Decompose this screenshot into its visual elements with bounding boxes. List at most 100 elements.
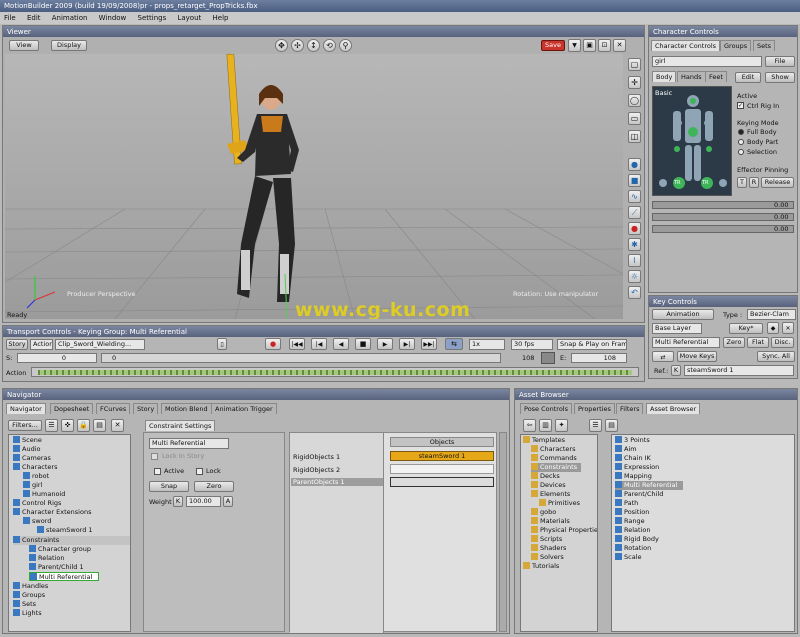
weight-field[interactable]: 100.00: [186, 496, 221, 507]
ref-row-rigid-2[interactable]: RigidObjects 2: [293, 466, 340, 474]
stop-icon[interactable]: ■: [355, 338, 371, 350]
pin-icon[interactable]: ✜: [61, 419, 74, 432]
tab-pose-controls[interactable]: Pose Controls: [520, 403, 572, 414]
tree-relation[interactable]: Relation: [29, 554, 64, 563]
weight-k-button[interactable]: K: [173, 496, 183, 507]
key-delete-icon[interactable]: ✕: [782, 322, 794, 334]
snap-tool-icon[interactable]: ◫: [628, 130, 641, 143]
tab-asset-browser[interactable]: Asset Browser: [646, 403, 701, 414]
asset-item[interactable]: Range: [615, 517, 645, 526]
show-button[interactable]: Show: [765, 72, 795, 83]
list-view-icon[interactable]: ☰: [45, 419, 58, 432]
tab-groups[interactable]: Groups: [720, 40, 752, 51]
list-mode-icon[interactable]: ☰: [589, 419, 602, 432]
tab-feet[interactable]: Feet: [705, 71, 727, 82]
folder-solvers[interactable]: Solvers: [531, 553, 564, 562]
tab-fcurves[interactable]: FCurves: [96, 403, 131, 414]
disc-key-button[interactable]: Disc.: [771, 337, 794, 348]
snap-select[interactable]: Snap & Play on Frames: [557, 339, 627, 350]
tab-character-controls[interactable]: Character Controls: [651, 40, 721, 51]
dolly-icon[interactable]: ↕: [307, 39, 320, 52]
play-back-icon[interactable]: ◀: [333, 338, 349, 350]
layer-select[interactable]: Base Layer: [652, 323, 702, 334]
bend-tool-icon[interactable]: ↶: [628, 286, 641, 299]
file-button[interactable]: File: [765, 56, 795, 67]
reach-slider-2[interactable]: [652, 213, 794, 221]
character-select[interactable]: girl: [652, 56, 762, 67]
fps-select[interactable]: 30 fps: [511, 339, 553, 350]
asset-item[interactable]: Scale: [615, 553, 642, 562]
object-cell-empty-2[interactable]: [390, 477, 494, 487]
tab-constraint-settings[interactable]: Constraint Settings: [145, 420, 216, 431]
tree-robot[interactable]: robot: [23, 472, 49, 481]
object-cell-steamsword[interactable]: steamSword 1: [390, 451, 494, 461]
folder-gobo[interactable]: gobo: [531, 508, 556, 517]
folder-constraints[interactable]: Constraints: [531, 463, 582, 472]
cube-tool-icon[interactable]: ■: [628, 174, 641, 187]
reach-slider-1[interactable]: [652, 201, 794, 209]
tab-body[interactable]: Body: [652, 71, 677, 82]
folder-characters[interactable]: Characters: [531, 445, 575, 454]
ctrl-rig-checkbox[interactable]: ✓: [737, 102, 744, 109]
tab-dopesheet[interactable]: Dopesheet: [50, 403, 94, 414]
tab-animation-trigger[interactable]: Animation Trigger: [211, 403, 277, 414]
translate-tool-icon[interactable]: ✛: [628, 76, 641, 89]
favorites-icon[interactable]: ✦: [555, 419, 568, 432]
tab-motion-blend[interactable]: Motion Blend: [161, 403, 212, 414]
folder-templates[interactable]: Templates: [523, 436, 565, 445]
goto-start-icon[interactable]: |◀◀: [289, 338, 305, 350]
key-button[interactable]: Key*: [729, 323, 763, 334]
select-tool-icon[interactable]: ▢: [628, 58, 641, 71]
end-frame-field[interactable]: 108: [571, 353, 627, 363]
menu-help[interactable]: Help: [213, 14, 229, 22]
tab-filters[interactable]: Filters: [616, 403, 644, 414]
ref-row-rigid-1[interactable]: RigidObjects 1: [293, 453, 340, 461]
menu-file[interactable]: File: [4, 14, 16, 22]
ref-field[interactable]: steamSword 1: [684, 365, 794, 376]
time-slider-handle[interactable]: [541, 352, 555, 364]
folder-scripts[interactable]: Scripts: [531, 535, 562, 544]
detail-mode-icon[interactable]: ▤: [605, 419, 618, 432]
filters-button[interactable]: Filters...: [8, 420, 42, 431]
chevron-down-icon[interactable]: ▼: [568, 39, 581, 52]
orbit-icon[interactable]: ⟲: [323, 39, 336, 52]
next-key-icon[interactable]: ▶|: [399, 338, 415, 350]
speed-select[interactable]: 1x: [469, 339, 505, 350]
story-button[interactable]: Story: [6, 339, 28, 350]
references-scrollbar[interactable]: [499, 432, 507, 632]
action-clip-bar[interactable]: [38, 370, 632, 375]
asset-item[interactable]: Aim: [615, 445, 637, 454]
animation-button[interactable]: Animation: [652, 309, 714, 320]
folder-decks[interactable]: Decks: [531, 472, 560, 481]
asset-item-list[interactable]: 3 Points Aim Chain IK Expression Mapping…: [611, 434, 795, 632]
sun-tool-icon[interactable]: ☼: [628, 270, 641, 283]
asset-item[interactable]: Relation: [615, 526, 650, 535]
tree-groups[interactable]: Groups: [13, 591, 45, 600]
tab-hands[interactable]: Hands: [677, 71, 706, 82]
rotate-tool-icon[interactable]: ◯: [628, 94, 641, 107]
tree-girl[interactable]: girl: [23, 481, 42, 490]
tree-sets[interactable]: Sets: [13, 600, 36, 609]
zoom-icon[interactable]: ⚲: [339, 39, 352, 52]
goto-end-icon[interactable]: ▶▶|: [421, 338, 437, 350]
menu-layout[interactable]: Layout: [177, 14, 201, 22]
tree-audio[interactable]: Audio: [13, 445, 40, 454]
asset-item[interactable]: Parent/Child: [615, 490, 663, 499]
tab-story[interactable]: Story: [133, 403, 159, 414]
fullscreen-icon[interactable]: ⊡: [598, 39, 611, 52]
tree-characters[interactable]: Characters: [13, 463, 57, 472]
folder-materials[interactable]: Materials: [531, 517, 570, 526]
tree-scene[interactable]: Scene: [13, 436, 42, 445]
tree-character-extensions[interactable]: Character Extensions: [13, 508, 91, 517]
key-prev-icon[interactable]: ◆: [767, 322, 779, 334]
asset-item[interactable]: Chain IK: [615, 454, 651, 463]
tree-sword[interactable]: sword: [23, 517, 51, 526]
move-keys-button[interactable]: Move Keys: [677, 351, 717, 362]
ref-row-parent-1[interactable]: ParentObjects 1: [291, 478, 383, 486]
constraint-name-field[interactable]: Multi Referential: [149, 438, 229, 449]
record-tool-icon[interactable]: ●: [628, 222, 641, 235]
reach-slider-3[interactable]: [652, 225, 794, 233]
tree-character-group[interactable]: Character group: [29, 545, 91, 554]
light-tool-icon[interactable]: ✱: [628, 238, 641, 251]
zero-button[interactable]: Zero: [194, 481, 234, 492]
